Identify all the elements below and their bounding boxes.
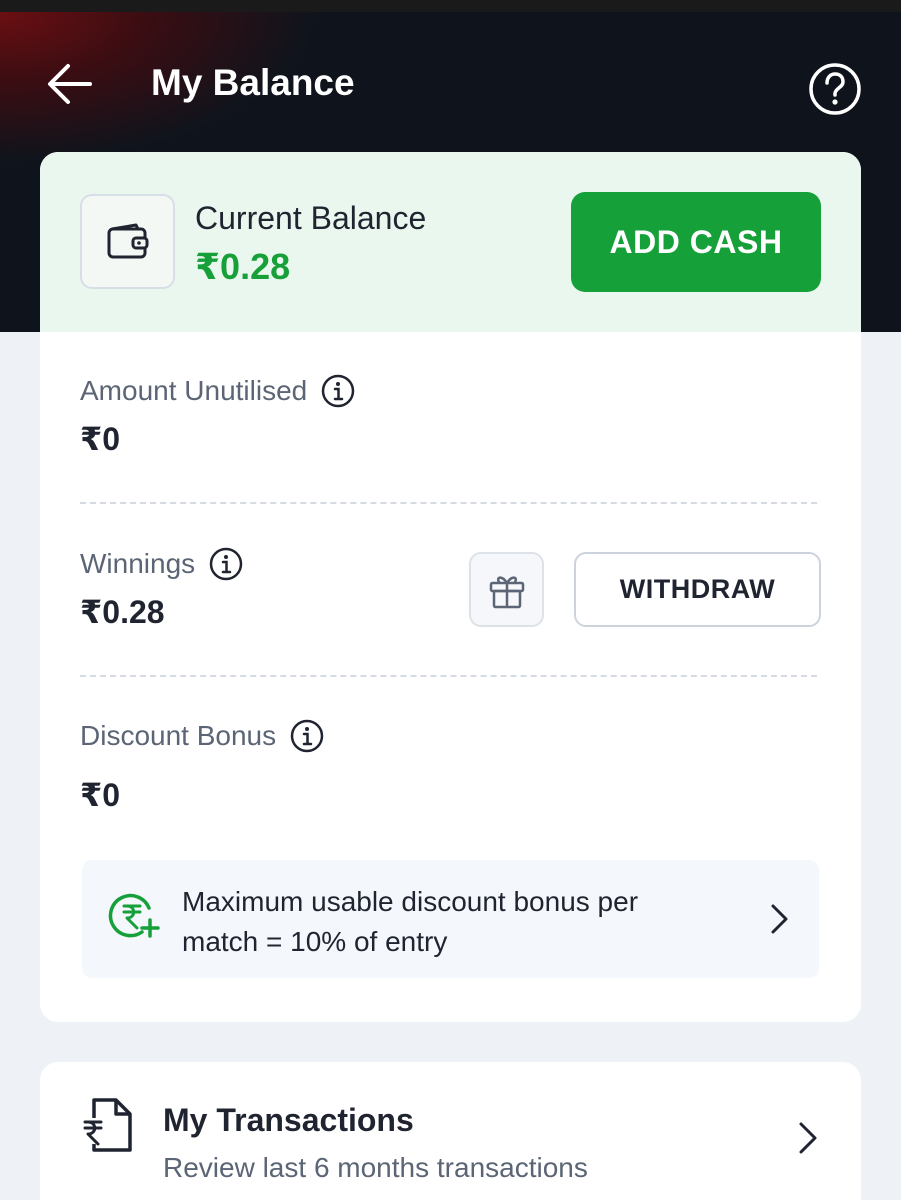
- divider: [80, 675, 817, 677]
- gift-button[interactable]: [469, 552, 544, 627]
- gift-icon: [489, 575, 524, 608]
- info-icon[interactable]: [321, 374, 355, 408]
- arrow-left-icon: [48, 64, 92, 104]
- rupee-document-icon: [82, 1098, 132, 1152]
- winnings-label-row: Winnings: [80, 547, 243, 581]
- balance-card: Current Balance ₹0.28 ADD CASH Amount Un…: [40, 152, 861, 1022]
- winnings-value: ₹0.28: [80, 594, 165, 630]
- current-balance-label: Current Balance: [195, 200, 427, 236]
- question-circle-icon: [809, 63, 861, 115]
- wallet-icon-box: [80, 194, 175, 289]
- help-button[interactable]: [808, 62, 862, 116]
- amount-unutilised-value: ₹0: [80, 421, 121, 457]
- status-bar-strip: [0, 0, 901, 12]
- page-title: My Balance: [151, 62, 355, 103]
- rupee-plus-icon: [108, 893, 160, 938]
- amount-unutilised-label-row: Amount Unutilised: [80, 374, 355, 408]
- winnings-label: Winnings: [80, 548, 196, 579]
- discount-bonus-info-text: Maximum usable discount bonus per match …: [182, 886, 639, 957]
- amount-unutilised-label: Amount Unutilised: [80, 375, 308, 406]
- my-transactions-card[interactable]: My Transactions Review last 6 months tra…: [40, 1062, 861, 1200]
- divider: [80, 502, 817, 504]
- discount-bonus-label-row: Discount Bonus: [80, 719, 324, 753]
- add-cash-button[interactable]: ADD CASH: [571, 192, 821, 292]
- discount-bonus-value: ₹0: [80, 777, 121, 813]
- chevron-right-icon: [771, 904, 788, 934]
- back-button[interactable]: [44, 58, 96, 110]
- current-balance-value: ₹0.28: [195, 246, 291, 287]
- info-icon[interactable]: [209, 547, 243, 581]
- wallet-icon: [107, 223, 148, 258]
- withdraw-button[interactable]: WITHDRAW: [574, 552, 821, 627]
- discount-bonus-label: Discount Bonus: [80, 720, 277, 751]
- info-icon[interactable]: [290, 719, 324, 753]
- my-transactions-title: My Transactions: [163, 1102, 414, 1138]
- app-header: My Balance: [0, 12, 901, 152]
- my-transactions-subtitle: Review last 6 months transactions: [163, 1152, 588, 1183]
- current-balance-section: Current Balance ₹0.28 ADD CASH: [40, 152, 861, 332]
- discount-bonus-info-banner[interactable]: Maximum usable discount bonus per match …: [82, 860, 819, 978]
- chevron-right-icon: [799, 1122, 817, 1154]
